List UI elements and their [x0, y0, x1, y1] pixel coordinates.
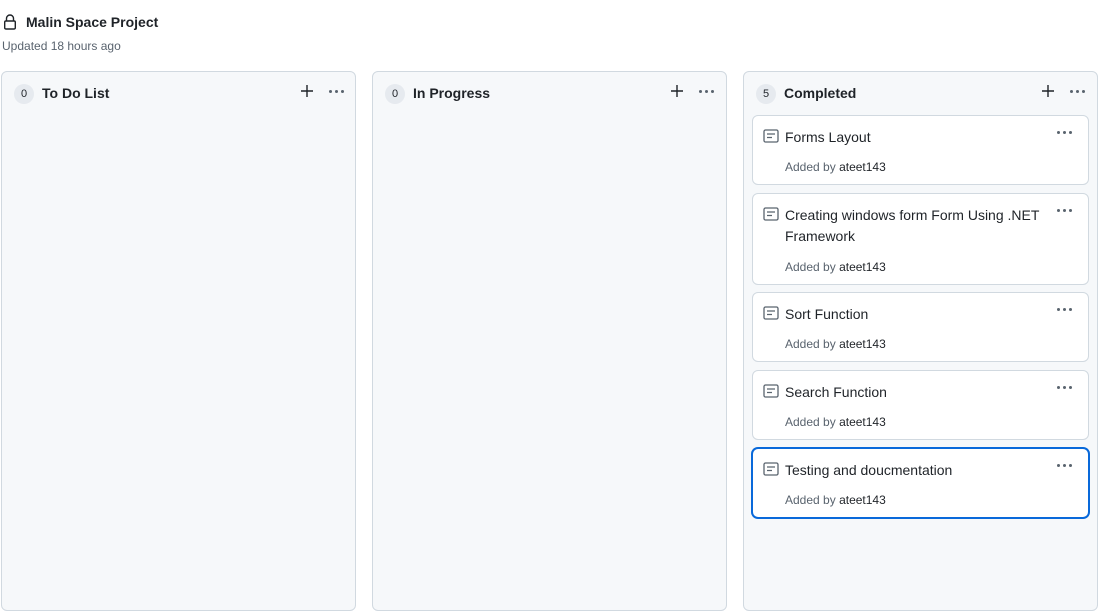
column-completed: 5 Completed Forms Layout Added by ateet1…: [743, 71, 1098, 611]
project-card[interactable]: Search Function Added by ateet143: [752, 370, 1089, 440]
card-meta: Added by ateet143: [785, 260, 886, 274]
column-count-badge: 0: [385, 84, 405, 104]
column-menu-button[interactable]: [324, 80, 348, 102]
column-menu-button[interactable]: [694, 80, 718, 102]
add-card-button[interactable]: [1037, 80, 1059, 102]
column-to-do-list: 0 To Do List: [1, 71, 356, 611]
card-author[interactable]: ateet143: [839, 160, 886, 174]
project-title-row: Malin Space Project: [3, 14, 158, 30]
card-meta: Added by ateet143: [785, 337, 886, 351]
kebab-horizontal-icon: [1056, 208, 1072, 212]
kebab-horizontal-icon: [1069, 89, 1085, 93]
card-author[interactable]: ateet143: [839, 260, 886, 274]
note-icon: [763, 384, 779, 398]
card-meta: Added by ateet143: [785, 493, 886, 507]
project-card[interactable]: Creating windows form Form Using .NET Fr…: [752, 193, 1089, 285]
project-card-selected[interactable]: Testing and doucmentation Added by ateet…: [752, 448, 1089, 518]
column-header: 0 In Progress: [373, 72, 726, 114]
column-in-progress: 0 In Progress: [372, 71, 727, 611]
card-author[interactable]: ateet143: [839, 337, 886, 351]
card-menu-button[interactable]: [1052, 301, 1076, 317]
card-title[interactable]: Sort Function: [785, 304, 1045, 325]
card-menu-button[interactable]: [1052, 124, 1076, 140]
add-card-button[interactable]: [666, 80, 688, 102]
kebab-horizontal-icon: [1056, 130, 1072, 134]
project-card[interactable]: Forms Layout Added by ateet143: [752, 115, 1089, 185]
column-title: Completed: [784, 85, 857, 101]
added-by-label: Added by: [785, 160, 836, 174]
plus-icon: [301, 85, 313, 97]
column-title: In Progress: [413, 85, 491, 101]
card-title[interactable]: Creating windows form Form Using .NET Fr…: [785, 205, 1045, 247]
added-by-label: Added by: [785, 415, 836, 429]
column-header: 0 To Do List: [2, 72, 355, 114]
lock-icon: [3, 14, 17, 30]
column-menu-button[interactable]: [1065, 80, 1089, 102]
note-icon: [763, 207, 779, 221]
card-author[interactable]: ateet143: [839, 493, 886, 507]
note-icon: [763, 306, 779, 320]
card-author[interactable]: ateet143: [839, 415, 886, 429]
project-card[interactable]: Sort Function Added by ateet143: [752, 292, 1089, 362]
plus-icon: [671, 85, 683, 97]
plus-icon: [1042, 85, 1054, 97]
add-card-button[interactable]: [296, 80, 318, 102]
updated-timestamp: Updated 18 hours ago: [2, 39, 121, 53]
project-title[interactable]: Malin Space Project: [26, 14, 158, 30]
added-by-label: Added by: [785, 493, 836, 507]
card-meta: Added by ateet143: [785, 160, 886, 174]
kebab-horizontal-icon: [698, 89, 714, 93]
card-title[interactable]: Search Function: [785, 382, 1045, 403]
column-header: 5 Completed: [744, 72, 1097, 114]
card-menu-button[interactable]: [1052, 379, 1076, 395]
kebab-horizontal-icon: [1056, 307, 1072, 311]
kebab-horizontal-icon: [1056, 385, 1072, 389]
kebab-horizontal-icon: [328, 89, 344, 93]
card-title[interactable]: Forms Layout: [785, 127, 1045, 148]
project-header: Malin Space Project Updated 18 hours ago: [0, 0, 1114, 70]
card-title[interactable]: Testing and doucmentation: [785, 460, 1045, 481]
card-meta: Added by ateet143: [785, 415, 886, 429]
note-icon: [763, 462, 779, 476]
card-menu-button[interactable]: [1052, 457, 1076, 473]
column-count-badge: 5: [756, 84, 776, 104]
column-count-badge: 0: [14, 84, 34, 104]
added-by-label: Added by: [785, 260, 836, 274]
kebab-horizontal-icon: [1056, 463, 1072, 467]
note-icon: [763, 129, 779, 143]
column-title: To Do List: [42, 85, 110, 101]
card-menu-button[interactable]: [1052, 202, 1076, 218]
added-by-label: Added by: [785, 337, 836, 351]
